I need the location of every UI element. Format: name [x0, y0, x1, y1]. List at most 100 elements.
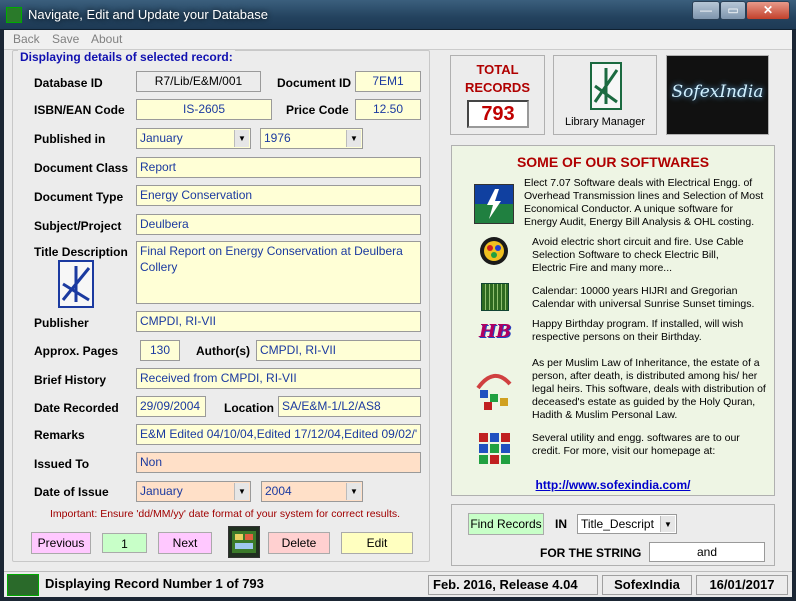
document-id-label: Document ID	[277, 76, 352, 90]
cable-software-icon	[479, 236, 509, 266]
search-string-input[interactable]: and	[649, 542, 765, 562]
isbn-label: ISBN/EAN Code	[34, 103, 125, 117]
search-field-select[interactable]: Title_Descript ▼	[577, 514, 677, 534]
library-logo-icon	[58, 260, 94, 308]
database-icon[interactable]	[228, 526, 260, 558]
issued-to-field[interactable]: Non	[136, 452, 421, 473]
app-icon	[6, 7, 22, 23]
menu-bar: Back Save About	[4, 30, 792, 50]
date-recorded-label: Date Recorded	[34, 401, 119, 415]
chevron-down-icon[interactable]: ▼	[346, 130, 361, 147]
records-label: RECORDS	[464, 80, 530, 95]
search-field-value: Title_Descript	[581, 517, 654, 531]
title-description-label: Title Description	[34, 245, 128, 259]
issue-year-select[interactable]: 2004 ▼	[261, 481, 363, 502]
calendar-software-icon	[481, 283, 509, 311]
remarks-field[interactable]: E&M Edited 04/10/04,Edited 17/12/04,Edit…	[136, 424, 421, 445]
homepage-link[interactable]: http://www.sofexindia.com/	[452, 478, 774, 492]
inheritance-software-icon	[474, 364, 514, 412]
library-manager-panel[interactable]: Library Manager	[553, 55, 657, 135]
menu-back[interactable]: Back	[13, 32, 40, 46]
chevron-down-icon[interactable]: ▼	[234, 130, 249, 147]
remarks-label: Remarks	[34, 428, 85, 442]
total-label: TOTAL	[476, 62, 519, 77]
database-id-label: Database ID	[34, 76, 103, 90]
issued-to-label: Issued To	[34, 457, 90, 471]
publisher-field[interactable]: CMPDI, RI-VII	[136, 311, 421, 332]
sofexindia-logo: SofexIndia	[666, 55, 769, 135]
maximize-button[interactable]: ▭	[720, 1, 746, 20]
published-year-value: 1976	[264, 131, 291, 145]
chevron-down-icon[interactable]: ▼	[234, 483, 249, 500]
status-bar: Displaying Record Number 1 of 793 Feb. 2…	[4, 571, 792, 597]
record-details-legend: Displaying details of selected record:	[18, 50, 235, 64]
location-label: Location	[224, 401, 274, 415]
next-button[interactable]: Next	[158, 532, 212, 554]
document-class-field[interactable]: Report	[136, 157, 421, 178]
issue-month-value: January	[140, 484, 183, 498]
record-number-field[interactable]: 1	[102, 533, 147, 553]
published-year-select[interactable]: 1976 ▼	[260, 128, 363, 149]
approx-pages-field[interactable]: 130	[140, 340, 180, 361]
brief-history-label: Brief History	[34, 373, 107, 387]
sofexindia-logo-text: SofexIndia	[671, 82, 764, 102]
library-manager-icon	[590, 62, 622, 110]
menu-about[interactable]: About	[91, 32, 122, 46]
published-month-select[interactable]: January ▼	[136, 128, 251, 149]
authors-field[interactable]: CMPDI, RI-VII	[256, 340, 421, 361]
close-button[interactable]: ✕	[746, 1, 790, 20]
software-desc-inheritance: As per Muslim Law of Inheritance, the es…	[532, 357, 766, 421]
software-desc-calendar: Calendar: 10000 years HIJRI and Gregoria…	[532, 285, 755, 310]
software-desc-elect: Elect 7.07 Software deals with Electrica…	[524, 177, 764, 228]
title-description-field[interactable]: Final Report on Energy Conservation at D…	[136, 241, 421, 304]
isbn-field[interactable]: IS-2605	[136, 99, 272, 120]
subject-label: Subject/Project	[34, 219, 122, 233]
location-field[interactable]: SA/E&M-1/L2/AS8	[278, 396, 421, 417]
window-title: Navigate, Edit and Update your Database	[28, 7, 268, 22]
published-label: Published in	[34, 132, 106, 146]
chevron-down-icon[interactable]: ▼	[660, 516, 675, 532]
software-desc-cable: Avoid electric short circuit and fire. U…	[532, 236, 744, 274]
price-code-label: Price Code	[286, 103, 349, 117]
published-month-value: January	[140, 131, 183, 145]
database-id-field[interactable]: R7/Lib/E&M/001	[136, 71, 261, 92]
date-of-issue-label: Date of Issue	[34, 485, 109, 499]
total-records-panel: TOTAL RECORDS 793	[450, 55, 545, 135]
minimize-button[interactable]: —	[692, 1, 720, 20]
brief-history-field[interactable]: Received from CMPDI, RI-VII	[136, 368, 421, 389]
date-format-note: Important: Ensure 'dd/MM/yy' date format…	[50, 508, 401, 520]
softwares-heading: SOME OF OUR SOFTWARES	[516, 154, 710, 170]
edit-button[interactable]: Edit	[341, 532, 413, 554]
software-desc-utility: Several utility and engg. softwares are …	[532, 432, 740, 457]
subject-field[interactable]: Deulbera	[136, 214, 421, 235]
issue-month-select[interactable]: January ▼	[136, 481, 251, 502]
search-panel: Find Records IN Title_Descript ▼ FOR THE…	[451, 504, 775, 566]
title-bar[interactable]: Navigate, Edit and Update your Database …	[0, 0, 796, 30]
status-release: Feb. 2016, Release 4.04	[428, 575, 598, 595]
approx-pages-label: Approx. Pages	[34, 344, 119, 358]
date-recorded-field[interactable]: 29/09/2004	[136, 396, 206, 417]
document-id-field[interactable]: 7EM1	[355, 71, 421, 92]
in-label: IN	[555, 517, 567, 531]
software-desc-birthday: Happy Birthday program. If installed, wi…	[532, 318, 744, 343]
issue-year-value: 2004	[265, 484, 292, 498]
softwares-panel: SOME OF OUR SOFTWARES Elect 7.07 Softwar…	[451, 145, 775, 496]
authors-label: Author(s)	[196, 344, 250, 358]
chevron-down-icon[interactable]: ▼	[346, 483, 361, 500]
previous-button[interactable]: Previous	[31, 532, 91, 554]
publisher-label: Publisher	[34, 316, 89, 330]
status-company: SofexIndia	[602, 575, 692, 595]
document-type-label: Document Type	[34, 190, 124, 204]
total-records-count: 793	[467, 100, 529, 128]
for-the-string-label: FOR THE STRING	[540, 546, 642, 560]
price-code-field[interactable]: 12.50	[355, 99, 421, 120]
main-window: Back Save About Displaying details of se…	[4, 30, 792, 597]
status-date: 16/01/2017	[696, 575, 788, 595]
find-records-button[interactable]: Find Records	[468, 513, 544, 535]
status-message: Displaying Record Number 1 of 793	[41, 575, 428, 595]
menu-save[interactable]: Save	[52, 32, 79, 46]
birthday-software-icon: HB	[479, 321, 512, 342]
delete-button[interactable]: Delete	[268, 532, 330, 554]
elect-software-icon	[474, 184, 514, 224]
document-type-field[interactable]: Energy Conservation	[136, 185, 421, 206]
